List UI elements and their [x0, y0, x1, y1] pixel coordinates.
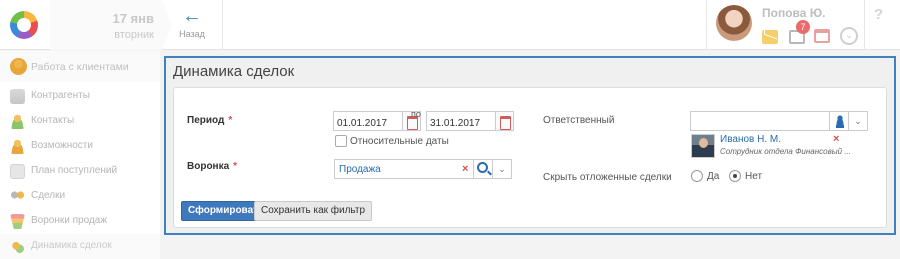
- report-panel: Динамика сделок Период* по Относительные…: [164, 56, 896, 235]
- sidebar-item-sales-funnels[interactable]: Воронки продаж: [0, 209, 160, 234]
- sidebar-section-clients[interactable]: Работа с клиентами: [0, 51, 160, 82]
- funnel-icon: [10, 214, 25, 229]
- radio-no-label: Нет: [745, 171, 763, 182]
- clear-icon[interactable]: ×: [462, 163, 468, 175]
- date-weekday: вторник: [114, 29, 154, 41]
- divider: [706, 0, 707, 50]
- date-widget: 17 янв вторник: [50, 0, 172, 50]
- sidebar-item-counterparties[interactable]: Контрагенты: [0, 84, 160, 109]
- search-button[interactable]: [473, 159, 493, 179]
- funnel-dropdown-button[interactable]: ⌄: [492, 159, 512, 179]
- date-day: 17 янв: [112, 11, 154, 26]
- sidebar-item-label: Воронки продаж: [31, 215, 108, 226]
- sidebar-item-label: Контакты: [31, 115, 75, 126]
- sidebar-item-opportunities[interactable]: Возможности: [0, 134, 160, 159]
- sidebar-item-income-plan[interactable]: План поступлений: [0, 159, 160, 184]
- top-bar: 17 янв вторник ← Назад Попова Ю. 7 ⌄ ?: [0, 0, 900, 50]
- sidebar-item-deals[interactable]: Сделки: [0, 184, 160, 209]
- divider: [222, 0, 223, 50]
- divider: [864, 0, 865, 50]
- back-button[interactable]: ← Назад: [172, 6, 212, 44]
- sidebar-section-label: Работа с клиентами: [31, 61, 129, 73]
- filter-form: Период* по Относительные даты Воронка* П…: [173, 87, 887, 228]
- user-name[interactable]: Попова Ю.: [762, 6, 825, 20]
- funnel-selected-value: Продажа: [339, 164, 381, 175]
- sidebar-item-contacts[interactable]: Контакты: [0, 109, 160, 134]
- employee-photo: [691, 134, 715, 158]
- relative-dates-label: Относительные даты: [350, 136, 449, 147]
- calendar-icon[interactable]: [814, 29, 830, 43]
- chevron-down-icon[interactable]: ⌄: [840, 27, 858, 45]
- pick-user-button[interactable]: [829, 111, 849, 131]
- page-title: Динамика сделок: [173, 63, 295, 80]
- person-icon: [10, 114, 25, 129]
- search-icon: [477, 162, 488, 173]
- building-icon: [10, 89, 25, 104]
- avatar[interactable]: [716, 5, 752, 41]
- user-icon: [835, 115, 845, 128]
- sidebar-item-label: Контрагенты: [31, 90, 90, 101]
- mail-icon[interactable]: [762, 30, 778, 44]
- help-icon[interactable]: ?: [874, 6, 883, 23]
- responsible-label: Ответственный: [543, 115, 615, 126]
- back-button-label: Назад: [179, 29, 205, 39]
- sidebar-item-deal-dynamics[interactable]: Динамика сделок: [0, 234, 160, 259]
- period-label: Период *: [187, 115, 233, 126]
- period-to-label: по: [411, 109, 421, 119]
- funnel-select[interactable]: Продажа: [334, 159, 474, 179]
- document-icon: [10, 164, 25, 179]
- calendar-icon[interactable]: [496, 111, 514, 131]
- sidebar-item-label: Возможности: [31, 140, 93, 151]
- opportunity-icon: [10, 139, 25, 154]
- responsible-input[interactable]: [690, 111, 830, 131]
- required-mark: *: [233, 161, 238, 172]
- save-filter-button[interactable]: Сохранить как фильтр: [254, 201, 372, 221]
- radio-yes[interactable]: [691, 170, 703, 182]
- sidebar-item-label: Динамика сделок: [31, 240, 112, 251]
- radio-yes-label: Да: [707, 171, 720, 182]
- app-logo[interactable]: [0, 0, 50, 50]
- sidebar: Работа с клиентами Контрагенты Контакты …: [0, 51, 160, 259]
- hide-deferred-label: Скрыть отложенные сделки: [543, 172, 672, 183]
- logo-ring-icon: [10, 11, 38, 39]
- radio-no[interactable]: [729, 170, 741, 182]
- required-mark: *: [228, 115, 233, 126]
- responsible-dropdown-button[interactable]: ⌄: [848, 111, 868, 131]
- period-from-input[interactable]: [333, 111, 403, 131]
- arrow-left-icon: ←: [182, 5, 202, 27]
- handshake-icon: [10, 189, 25, 204]
- employee-position: Сотрудник отдела Финансовый ...: [720, 147, 851, 156]
- tasks-count-badge: 7: [796, 20, 810, 34]
- relative-dates-checkbox[interactable]: [335, 135, 347, 147]
- sidebar-item-label: Сделки: [31, 190, 66, 201]
- remove-employee-icon[interactable]: ×: [833, 133, 839, 145]
- sidebar-item-label: План поступлений: [31, 165, 118, 176]
- dynamics-icon: [10, 239, 25, 254]
- funnel-label: Воронка *: [187, 161, 238, 172]
- employee-name[interactable]: Иванов Н. М.: [720, 134, 781, 145]
- period-to-input[interactable]: [426, 111, 496, 131]
- clients-icon: [10, 58, 27, 75]
